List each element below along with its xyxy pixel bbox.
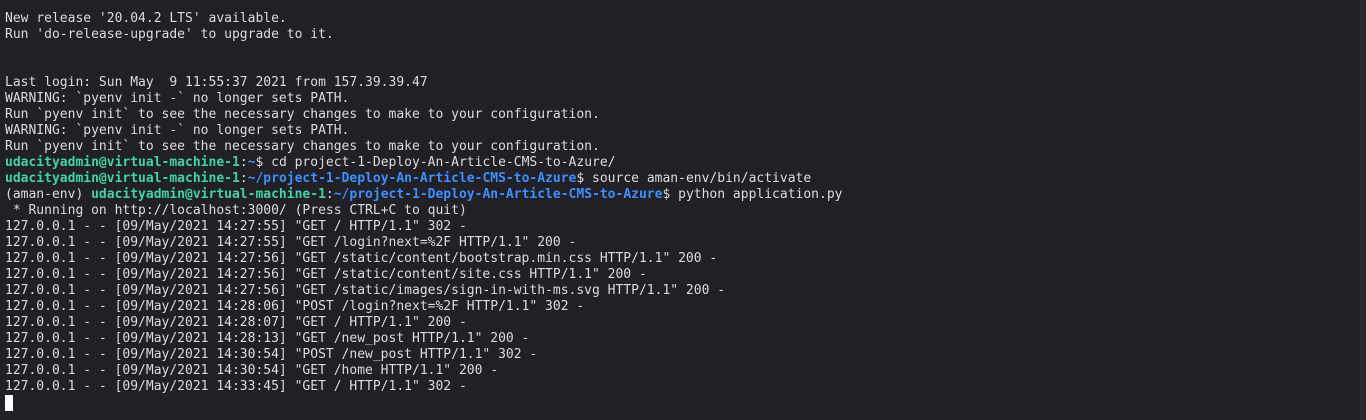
server-output-line: * Running on http://localhost:3000/ (Pre… (5, 203, 467, 218)
request-log-line: 127.0.0.1 - - [09/May/2021 14:28:13] "GE… (5, 331, 530, 346)
prompt-command: python application.py (678, 187, 843, 202)
request-log-line: 127.0.0.1 - - [09/May/2021 14:30:54] "PO… (5, 347, 538, 362)
prompt-colon: : (239, 171, 248, 186)
prompt-user-host: udacityadmin@virtual-machine-1 (5, 171, 240, 186)
motd-line: Run 'do-release-upgrade' to upgrade to i… (5, 27, 334, 42)
prompt-command: source aman-env/bin/activate (592, 171, 812, 186)
text-cursor (5, 395, 13, 411)
scrollbar[interactable] (1359, 0, 1366, 420)
request-log-line: 127.0.0.1 - - [09/May/2021 14:28:07] "GE… (5, 315, 467, 330)
request-log-line: 127.0.0.1 - - [09/May/2021 14:30:54] "GE… (5, 363, 499, 378)
prompt-command: cd project-1-Deploy-An-Article-CMS-to-Az… (271, 155, 616, 170)
input-line[interactable] (5, 395, 1366, 411)
request-log-line: 127.0.0.1 - - [09/May/2021 14:27:55] "GE… (5, 235, 577, 250)
request-log-line: 127.0.0.1 - - [09/May/2021 14:28:06] "PO… (5, 299, 585, 314)
warning-line: Run `pyenv init` to see the necessary ch… (5, 139, 600, 154)
login-line: Last login: Sun May 9 11:55:37 2021 from… (5, 75, 428, 90)
prompt-dollar: $ (255, 155, 272, 170)
request-log-line: 127.0.0.1 - - [09/May/2021 14:27:55] "GE… (5, 219, 467, 234)
prompt-user-host: udacityadmin@virtual-machine-1 (91, 187, 326, 202)
prompt-env: (aman-env) (5, 187, 92, 202)
prompt-line: (aman-env) udacityadmin@virtual-machine-… (5, 187, 1366, 203)
request-log-line: 127.0.0.1 - - [09/May/2021 14:33:45] "GE… (5, 379, 467, 394)
terminal-window[interactable]: New release '20.04.2 LTS' available. Run… (0, 0, 1366, 420)
prompt-line: udacityadmin@virtual-machine-1:~/project… (5, 171, 1366, 187)
request-log-line: 127.0.0.1 - - [09/May/2021 14:27:56] "GE… (5, 267, 647, 282)
warning-line: Run `pyenv init` to see the necessary ch… (5, 107, 600, 122)
prompt-dollar: $ (576, 171, 593, 186)
prompt-dollar: $ (662, 187, 679, 202)
warning-line: WARNING: `pyenv init -` no longer sets P… (5, 123, 350, 138)
motd-line: New release '20.04.2 LTS' available. (5, 11, 287, 26)
request-log-line: 127.0.0.1 - - [09/May/2021 14:27:56] "GE… (5, 251, 718, 266)
prompt-user-host: udacityadmin@virtual-machine-1 (5, 155, 240, 170)
prompt-colon: : (239, 155, 248, 170)
scrollbar-thumb[interactable] (1360, 0, 1365, 420)
prompt-path: ~/project-1-Deploy-An-Article-CMS-to-Azu… (333, 187, 663, 202)
warning-line: WARNING: `pyenv init -` no longer sets P… (5, 91, 350, 106)
prompt-path: ~/project-1-Deploy-An-Article-CMS-to-Azu… (247, 171, 577, 186)
request-log-line: 127.0.0.1 - - [09/May/2021 14:27:56] "GE… (5, 283, 726, 298)
prompt-line: udacityadmin@virtual-machine-1:~$ cd pro… (5, 155, 1366, 171)
prompt-colon: : (325, 187, 334, 202)
